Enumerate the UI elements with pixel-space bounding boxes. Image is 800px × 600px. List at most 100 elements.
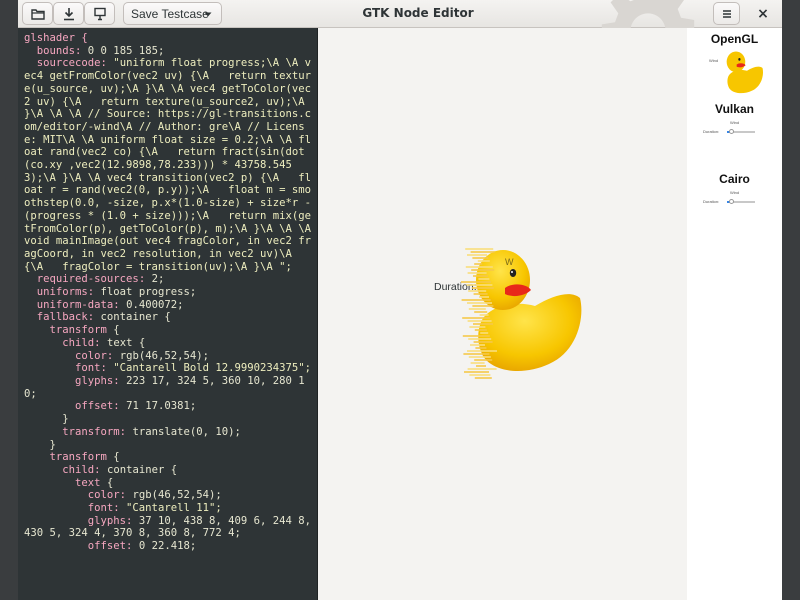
code-token: { (106, 324, 120, 337)
code-token: color: (24, 349, 114, 362)
renderer-duration-row: Duration: (687, 127, 782, 137)
code-line: required-sources: 2; (24, 273, 165, 286)
code-token: bounds: (24, 44, 82, 57)
code-editor[interactable]: glshader { bounds: 0 0 185 185; sourceco… (18, 28, 317, 600)
close-icon: × (757, 5, 769, 22)
save-button[interactable] (53, 2, 84, 25)
code-line: glshader { (24, 32, 88, 44)
code-token: 2; (145, 273, 165, 286)
code-token: 0 0 185 185; (81, 44, 165, 57)
code-token: 0 22.418; (132, 540, 197, 553)
renderer-pane: OpenGL Wind Vulkan Wind Duration: Cairo Wind Du… (687, 28, 782, 600)
save-testcase-button[interactable]: Save Testcase (123, 2, 222, 25)
header-bar: Save Testcase GTK Node Editor × (18, 0, 782, 73)
renderer-title: Cairo (719, 172, 750, 186)
rubber-duck-image: W (461, 248, 582, 379)
renderer-cairo: Cairo Wind Duration: (687, 172, 782, 207)
code-token: required-sources: (24, 273, 146, 286)
export-image-button[interactable] (84, 2, 115, 25)
export-image-icon (93, 7, 106, 20)
menu-button[interactable] (713, 2, 740, 25)
chevron-down-icon (204, 12, 212, 17)
code-token: child: (24, 336, 101, 349)
code-token: translate(0, 10); (126, 425, 241, 438)
open-button[interactable] (22, 2, 53, 25)
code-token: transform (24, 324, 107, 337)
code-token: glshader { (24, 32, 88, 44)
code-token: uniform-data: (24, 298, 120, 311)
code-line: transform { (24, 324, 120, 336)
code-line: glyphs: 37 10, 438 8, 409 6, 244 8, 430 … (24, 515, 317, 540)
code-line: offset: 71 17.0381; (24, 400, 196, 412)
code-token: transform: (24, 425, 127, 438)
renderer-duration-row: Duration: (687, 197, 782, 207)
code-line: font: "Cantarell 11"; (24, 502, 222, 514)
renderer-vulkan: Vulkan Wind Duration: (687, 102, 782, 137)
code-token: sourcecode: (24, 57, 107, 70)
close-button[interactable]: × (751, 2, 775, 25)
code-line: color: rgb(46,52,54); (24, 350, 209, 362)
code-token: font: (24, 362, 107, 375)
code-line: uniform-data: 0.400072; (24, 298, 184, 311)
renderer-mini-label: Wind (729, 190, 740, 195)
code-token: transform (24, 451, 107, 464)
code-token: 71 17.0381; (119, 400, 197, 413)
code-token: offset: (24, 400, 120, 413)
app-window: Save Testcase GTK Node Editor × glshader… (18, 0, 782, 600)
canvas-preview: Duration: W (317, 28, 687, 600)
code-token: container { (100, 463, 178, 476)
code-token: "Cantarell Bold 12.9990234375"; (106, 362, 312, 375)
code-token: text (24, 476, 101, 489)
code-line: sourcecode: "uniform float progress;\A \… (24, 57, 317, 272)
renderer-slider-knob (729, 129, 734, 134)
code-line: } (24, 413, 69, 426)
code-token: glyphs: (24, 514, 133, 527)
render-node-text[interactable]: glshader { bounds: 0 0 185 185; sourceco… (24, 32, 314, 553)
code-line: color: rgb(46,52,54); (24, 489, 222, 501)
code-token: font: (24, 502, 120, 515)
code-token: "Cantarell 11"; (119, 502, 222, 515)
code-line: transform { (24, 451, 120, 463)
renderer-title: Vulkan (715, 102, 754, 116)
code-token: text { (100, 336, 146, 349)
download-save-icon (63, 7, 74, 20)
code-token: color: (24, 489, 127, 502)
renderer-title: OpenGL (710, 32, 759, 46)
renderer-slider-knob (729, 199, 734, 204)
code-token: float progress; (94, 286, 197, 299)
code-token: fallback: (24, 311, 95, 324)
code-token: "uniform float progress;\A \A vec4 getFr… (24, 57, 317, 273)
code-line: font: "Cantarell Bold 12.9990234375"; (24, 362, 311, 374)
save-testcase-label: Save Testcase (131, 6, 209, 21)
code-token: } (24, 413, 69, 426)
renderer-mini-label: Wind (709, 58, 719, 63)
renderer-duration-label: Duration: (703, 199, 720, 204)
rubber-duck-thumbnail (726, 51, 763, 94)
code-line: fallback: container { (24, 311, 171, 323)
code-line: uniforms: float progress; (24, 286, 196, 298)
code-token: rgb(46,52,54); (113, 349, 209, 362)
code-line: transform: translate(0, 10); (24, 426, 241, 438)
code-line: child: text { (24, 337, 145, 349)
code-token: container { (94, 311, 171, 324)
renderer-duration-label: Duration: (703, 129, 720, 134)
renderer-opengl: OpenGL Wind (687, 32, 782, 98)
code-token: glyphs: (24, 374, 120, 387)
code-line: glyphs: 223 17, 324 5, 360 10, 280 10; (24, 375, 305, 400)
code-token: } (24, 438, 56, 451)
hamburger-menu-icon (722, 9, 731, 18)
duck-title-glyph: W (505, 257, 514, 267)
code-token: { (100, 476, 114, 489)
code-token: { (106, 451, 120, 464)
code-token: child: (24, 463, 101, 476)
renderer-mini-label: Wind (729, 120, 740, 125)
code-token: 0.400072; (119, 298, 184, 311)
code-token: offset: (24, 540, 133, 553)
code-token: rgb(46,52,54); (126, 489, 222, 502)
code-token: uniforms: (24, 286, 95, 299)
code-line: child: container { (24, 464, 177, 476)
window-title: GTK Node Editor (362, 6, 474, 20)
open-document-icon (30, 8, 45, 20)
code-line: text { (24, 477, 113, 489)
code-line: offset: 0 22.418; (24, 540, 196, 552)
